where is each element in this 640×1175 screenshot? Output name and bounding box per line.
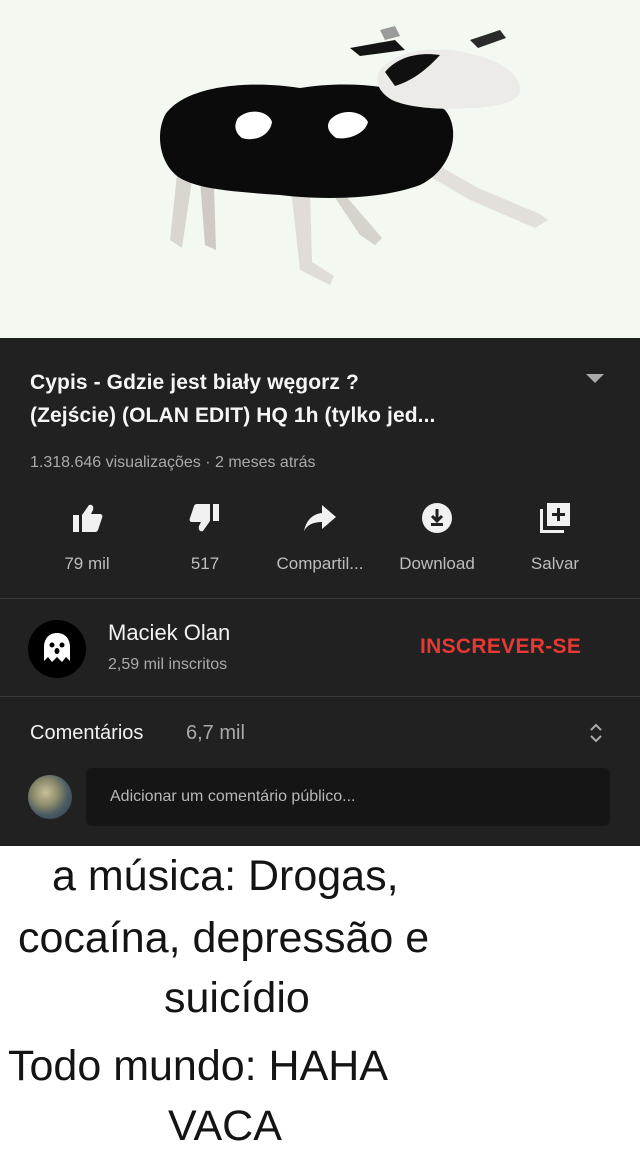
save-label: Salvar <box>530 554 580 573</box>
expand-description-icon[interactable] <box>586 374 604 383</box>
caption-line: VACA <box>168 1102 282 1150</box>
meme-caption: a música: Drogas, cocaína, depressão e s… <box>0 846 640 1175</box>
dislike-button[interactable]: 517 <box>170 498 240 578</box>
channel-name[interactable]: Maciek Olan <box>108 620 230 646</box>
thumbs-down-icon <box>189 504 219 532</box>
divider <box>0 598 640 599</box>
save-playlist-icon <box>540 503 570 533</box>
cow-illustration <box>160 26 548 285</box>
subscribe-button[interactable]: INSCREVER-SE <box>420 635 581 659</box>
download-label: Download <box>399 554 475 573</box>
share-label: Compartil... <box>276 554 364 573</box>
download-icon <box>422 503 452 533</box>
share-button[interactable]: Compartil... <box>260 498 380 578</box>
ghost-icon <box>44 633 70 662</box>
divider <box>0 696 640 697</box>
video-player[interactable] <box>0 0 640 338</box>
caption-line: suicídio <box>164 974 310 1022</box>
comments-header[interactable]: Comentários <box>30 722 143 745</box>
expand-comments-icon[interactable] <box>589 721 603 745</box>
subscriber-count: 2,59 mil inscritos <box>108 656 228 673</box>
comment-box[interactable] <box>86 768 610 826</box>
caption-line: cocaína, depressão e <box>18 914 430 962</box>
caption-line: Todo mundo: HAHA <box>8 1042 389 1090</box>
save-button[interactable]: Salvar <box>520 498 590 578</box>
user-avatar <box>28 775 72 819</box>
video-title[interactable]: Cypis - Gdzie jest biały węgorz ? (Zejśc… <box>30 366 570 432</box>
video-title-line2: (Zejście) (OLAN EDIT) HQ 1h (tylko jed..… <box>30 404 436 427</box>
dislike-count: 517 <box>190 554 220 573</box>
share-icon <box>304 505 336 531</box>
like-button[interactable]: 79 mil <box>52 498 122 578</box>
video-meta: 1.318.646 visualizações · 2 meses atrás <box>30 454 316 471</box>
video-info-panel: Cypis - Gdzie jest biały węgorz ? (Zejśc… <box>0 338 640 846</box>
video-title-line1: Cypis - Gdzie jest biały węgorz ? <box>30 371 359 394</box>
channel-avatar[interactable] <box>28 620 86 678</box>
comment-input[interactable] <box>108 782 592 812</box>
caption-line: a música: Drogas, <box>52 852 399 900</box>
comments-count: 6,7 mil <box>186 722 245 744</box>
download-button[interactable]: Download <box>384 498 490 578</box>
thumbs-up-icon <box>73 504 103 532</box>
like-count: 79 mil <box>64 554 110 573</box>
